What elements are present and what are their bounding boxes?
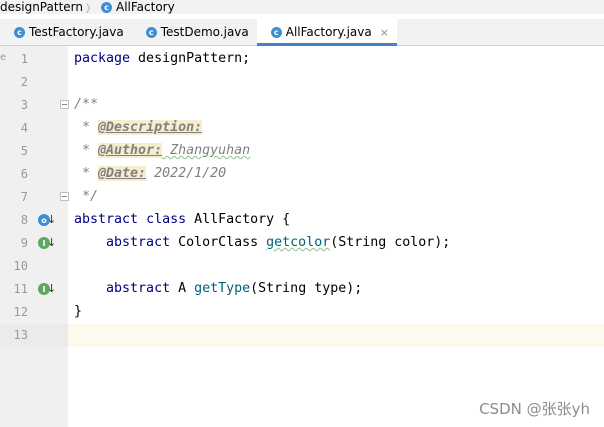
code-line: 8 o ↓ abstract class AllFactory { (0, 209, 604, 232)
breadcrumb: designPattern 〉 c AllFactory (0, 0, 604, 14)
line-number: 3 (20, 98, 28, 112)
line-number: 11 (13, 282, 28, 296)
line-number: 5 (20, 144, 28, 158)
code-line: 3 /** (0, 94, 604, 117)
fold-icon[interactable] (60, 100, 69, 109)
breadcrumb-item-class[interactable]: AllFactory (116, 0, 175, 14)
code-line: 11 I ↓ abstract A getType(String type); (0, 278, 604, 301)
code-line: 10 (0, 255, 604, 278)
doc-text: 2022/1/20 (146, 166, 227, 181)
line-number: 10 (13, 259, 28, 273)
class-icon: c (145, 26, 157, 38)
code-line: 5 * @Author: Zhangyuhan (0, 140, 604, 163)
line-number: 13 (13, 328, 28, 342)
code-line: 4 * @Description: (0, 117, 604, 140)
tab-label: AllFactory.java (285, 25, 372, 39)
tab-testdemo[interactable]: c TestDemo.java (132, 19, 257, 45)
tab-label: TestFactory.java (29, 25, 124, 39)
keyword: abstract (74, 212, 139, 227)
doc-tag: @Author: (98, 143, 163, 158)
tab-testfactory[interactable]: c TestFactory.java (0, 19, 132, 45)
line-number: 9 (20, 236, 28, 250)
code-text: AllFactory { (186, 212, 291, 227)
method-name: getType (194, 281, 251, 296)
keyword: abstract (106, 235, 171, 250)
code-line: 2 (0, 71, 604, 94)
line-number: 4 (20, 121, 28, 135)
doc-comment: */ (74, 189, 99, 204)
tab-allfactory[interactable]: c AllFactory.java × (256, 19, 398, 46)
code-line: 1 package designPattern; (0, 48, 604, 71)
doc-comment: /** (74, 97, 99, 112)
doc-text: Zhangyuhan (162, 143, 251, 158)
line-number: 12 (13, 305, 28, 319)
down-arrow-icon: ↓ (47, 213, 57, 226)
code-editor[interactable]: e 1 package designPattern; 2 3 /** 4 * @… (0, 46, 604, 427)
code-line: 9 I ↓ abstract ColorClass getcolor(Strin… (0, 232, 604, 255)
line-number: 6 (20, 167, 28, 181)
fold-icon[interactable] (60, 192, 69, 201)
line-number: 8 (20, 213, 28, 227)
editor-tab-bar: c TestFactory.java c TestDemo.java c All… (0, 19, 604, 46)
breadcrumb-item-project[interactable]: designPattern (0, 0, 83, 14)
tab-label: TestDemo.java (160, 25, 249, 39)
breadcrumb-separator-icon: 〉 (85, 3, 96, 15)
keyword: abstract (106, 281, 171, 296)
doc-comment: * (74, 120, 99, 135)
down-arrow-icon: ↓ (47, 282, 57, 295)
doc-comment: * (74, 143, 99, 158)
keyword: package (74, 51, 131, 66)
class-icon: c (14, 26, 25, 38)
type-name: A (170, 281, 195, 296)
line-number: 7 (20, 190, 28, 204)
code-line: 6 * @Date: 2022/1/20 (0, 163, 604, 186)
doc-comment: * (74, 166, 99, 181)
code-text: designPattern; (130, 51, 251, 66)
line-number: 1 (20, 52, 28, 66)
doc-tag: @Description: (98, 120, 203, 135)
method-name: getcolor (266, 235, 331, 250)
line-number: 2 (20, 75, 28, 89)
keyword: class (146, 212, 187, 227)
class-icon: c (270, 26, 282, 38)
code-line: 12 } (0, 301, 604, 324)
type-name: ColorClass (170, 235, 267, 250)
close-tab-icon[interactable]: × (380, 26, 389, 39)
watermark: CSDN @张张yh (479, 400, 590, 418)
down-arrow-icon: ↓ (47, 236, 57, 249)
code-text: } (74, 304, 83, 319)
class-icon: c (100, 1, 112, 13)
doc-tag: @Date: (98, 166, 147, 181)
current-code-line: 13 (0, 324, 604, 347)
method-args: (String type); (250, 281, 363, 296)
method-args: (String color); (330, 235, 451, 250)
code-line: 7 */ (0, 186, 604, 209)
